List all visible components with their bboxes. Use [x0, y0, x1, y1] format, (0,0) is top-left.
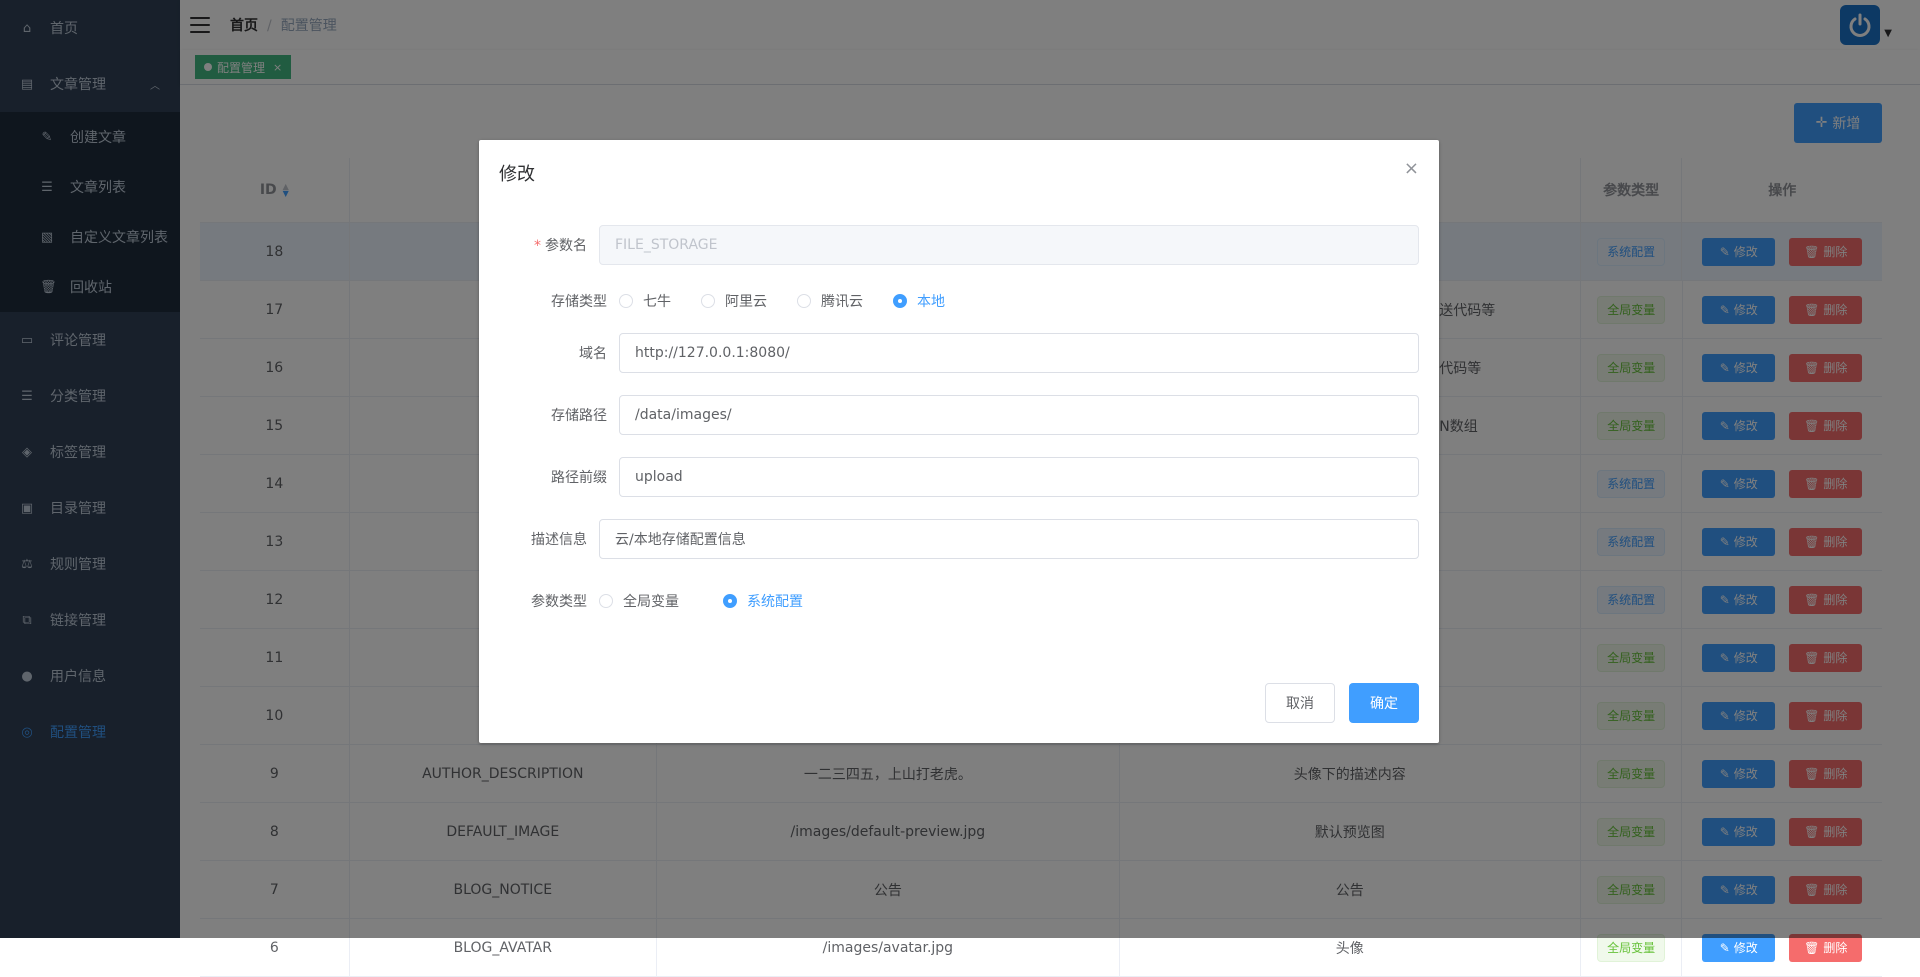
dialog-title: 修改 [499, 164, 535, 185]
storage-radio-aliyun[interactable]: 阿里云 [701, 291, 767, 311]
storage-radio-qiniu[interactable]: 七牛 [619, 291, 671, 311]
domain-input[interactable]: http://127.0.0.1:8080/ [619, 333, 1419, 373]
form-row-param-type: 参数类型 全局变量 系统配置 [499, 581, 833, 621]
storage-radio-local[interactable]: 本地 [893, 291, 945, 311]
radio-label: 本地 [917, 294, 945, 310]
description-label: 描述信息 [531, 532, 587, 548]
radio-circle [599, 594, 613, 608]
confirm-button[interactable]: 确定 [1349, 683, 1419, 723]
trash-icon: 🗑 [1804, 940, 1820, 955]
radio-label: 阿里云 [725, 294, 767, 310]
label-text: 参数名 [545, 238, 587, 254]
param-name-input: FILE_STORAGE [599, 225, 1419, 265]
storage-path-input[interactable]: /data/images/ [619, 395, 1419, 435]
form-row-domain: 域名 http://127.0.0.1:8080/ [499, 333, 1419, 373]
storage-type-radio-group: 七牛 阿里云 腾讯云 本地 [619, 291, 975, 311]
storage-type-label: 存储类型 [551, 294, 607, 310]
delete-button-label: 删除 [1823, 941, 1848, 955]
required-marker: * [534, 238, 541, 254]
close-icon[interactable]: × [1404, 158, 1419, 179]
storage-path-label: 存储路径 [551, 408, 607, 424]
path-prefix-label: 路径前缀 [551, 470, 607, 486]
param-type-label: 参数类型 [531, 594, 587, 610]
edit-dialog: 修改 × * 参数名 FILE_STORAGE 存储类型 七牛 阿里云 腾讯云 本… [479, 140, 1439, 743]
edit-button-label: 修改 [1733, 941, 1758, 955]
radio-label: 腾讯云 [821, 294, 863, 310]
form-row-description: 描述信息 云/本地存储配置信息 [499, 519, 1419, 559]
form-row-storage-path: 存储路径 /data/images/ [499, 395, 1419, 435]
radio-circle [619, 294, 633, 308]
edit-icon: ✎ [1719, 940, 1730, 955]
form-row-storage-type: 存储类型 七牛 阿里云 腾讯云 本地 [499, 281, 975, 321]
radio-circle [797, 294, 811, 308]
param-name-label: * 参数名 [499, 235, 599, 255]
storage-radio-tencent[interactable]: 腾讯云 [797, 291, 863, 311]
form-row-param-name: * 参数名 FILE_STORAGE [499, 225, 1419, 265]
radio-label: 全局变量 [623, 594, 679, 610]
radio-label: 七牛 [643, 294, 671, 310]
param-type-radio-system[interactable]: 系统配置 [723, 591, 803, 611]
radio-circle [893, 294, 907, 308]
radio-circle [723, 594, 737, 608]
form-row-path-prefix: 路径前缀 upload [499, 457, 1419, 497]
radio-label: 系统配置 [747, 594, 803, 610]
cancel-button[interactable]: 取消 [1265, 683, 1335, 723]
description-input[interactable]: 云/本地存储配置信息 [599, 519, 1419, 559]
param-type-radio-group: 全局变量 系统配置 [599, 591, 833, 611]
param-type-radio-global[interactable]: 全局变量 [599, 591, 679, 611]
path-prefix-input[interactable]: upload [619, 457, 1419, 497]
domain-label: 域名 [579, 346, 607, 362]
radio-circle [701, 294, 715, 308]
